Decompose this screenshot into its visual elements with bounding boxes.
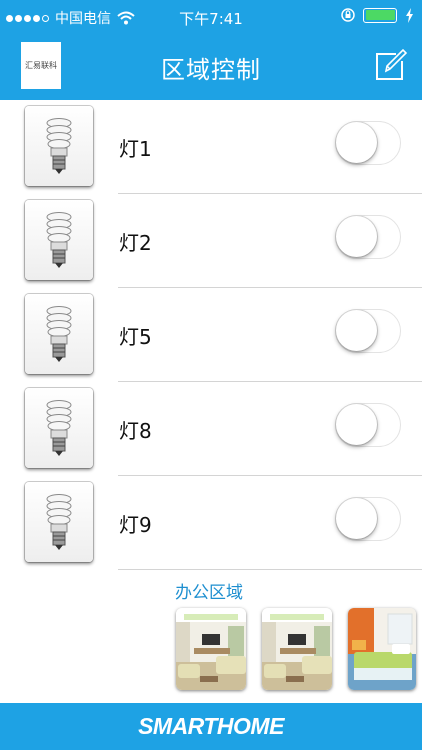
toggle-knob	[336, 404, 377, 445]
charging-icon	[406, 7, 413, 23]
battery-icon	[363, 7, 397, 23]
device-toggle[interactable]	[335, 497, 401, 541]
light-bulb-icon	[46, 118, 72, 174]
device-row: 灯2	[0, 194, 422, 288]
page-title: 区域控制	[161, 56, 261, 84]
toggle-knob	[336, 310, 377, 351]
light-bulb-icon	[46, 306, 72, 362]
device-label: 灯9	[119, 513, 152, 537]
device-label: 灯2	[119, 231, 152, 255]
light-bulb-icon	[46, 494, 72, 550]
device-toggle[interactable]	[335, 309, 401, 353]
device-toggle[interactable]	[335, 121, 401, 165]
edit-icon[interactable]	[374, 46, 408, 82]
row-divider	[118, 569, 422, 570]
living-room-image	[176, 608, 246, 690]
device-row: 灯1	[0, 100, 422, 194]
living-room-thumbnail[interactable]	[176, 608, 246, 690]
device-row: 灯9	[0, 476, 422, 570]
light-bulb-icon[interactable]	[25, 294, 93, 374]
bedroom-thumbnail[interactable]	[348, 608, 416, 690]
light-bulb-icon[interactable]	[25, 388, 93, 468]
device-toggle[interactable]	[335, 403, 401, 447]
toggle-knob	[336, 216, 377, 257]
status-right	[341, 7, 414, 23]
rotation-lock-icon	[341, 8, 355, 22]
device-row: 灯8	[0, 382, 422, 476]
battery-level	[365, 10, 395, 20]
light-bulb-icon	[46, 212, 72, 268]
device-toggle[interactable]	[335, 215, 401, 259]
light-bulb-icon[interactable]	[25, 200, 93, 280]
toggle-knob	[336, 122, 377, 163]
bedroom-image	[348, 608, 416, 690]
status-bar: 中国电信 下午7:41	[0, 0, 422, 34]
device-label: 灯8	[119, 419, 152, 443]
living-room-thumbnail[interactable]	[262, 608, 332, 690]
device-label: 灯5	[119, 325, 152, 349]
light-bulb-icon[interactable]	[25, 106, 93, 186]
device-row: 灯5	[0, 288, 422, 382]
device-label: 灯1	[119, 137, 152, 161]
toggle-knob	[336, 498, 377, 539]
light-bulb-icon	[46, 400, 72, 456]
area-title: 办公区域	[175, 583, 243, 603]
top-bar: 中国电信 下午7:41 汇易联科 区域控制	[0, 0, 422, 100]
living-room-image	[262, 608, 332, 690]
footer-brand: SMARTHOME	[0, 703, 422, 750]
light-bulb-icon[interactable]	[25, 482, 93, 562]
